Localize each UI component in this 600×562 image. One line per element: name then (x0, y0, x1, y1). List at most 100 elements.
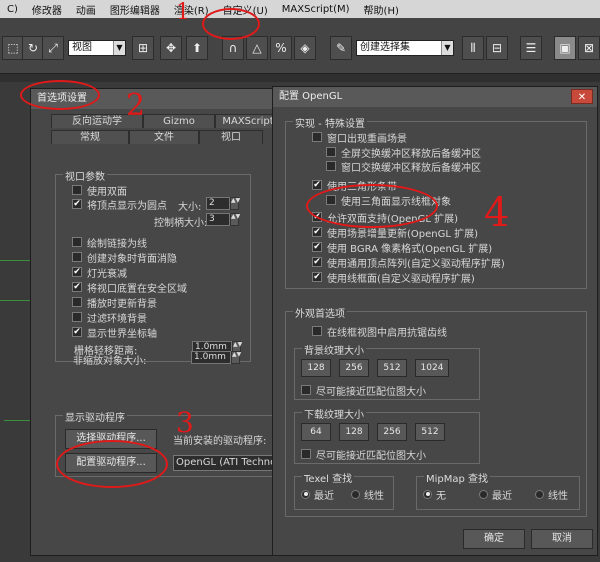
menu-item-graph-editors[interactable]: 图形编辑器 (103, 2, 167, 17)
size-label: 大小: (178, 202, 202, 213)
nonscale-size-label: 非缩放对象大小: (73, 356, 147, 367)
radio-texel-nearest[interactable]: 最近 (301, 487, 334, 502)
dl-size-512[interactable]: 512 (415, 423, 445, 441)
handle-size-spinner[interactable]: 3 ▲▼ (206, 213, 240, 226)
texel-lookup-group: Texel 查找 最近 线性 (294, 470, 394, 510)
named-selection-set-select[interactable]: 创建选择集 ▼ (356, 40, 454, 56)
menu-item-maxscript[interactable]: MAXScript(M) (275, 4, 357, 15)
checkbox-world-axis[interactable]: ✔ 显示世界坐标轴 (72, 325, 157, 340)
rotate-icon[interactable]: ↻ (22, 36, 44, 60)
checkbox-bg-match-bitmap[interactable]: 尽可能接近匹配位图大小 (301, 383, 426, 398)
radio-selected-icon (423, 489, 432, 499)
radio-icon (535, 489, 544, 499)
dl-size-128[interactable]: 128 (339, 423, 369, 441)
check-icon: ✔ (72, 198, 82, 209)
radio-mipmap-none[interactable]: 无 (423, 487, 446, 502)
tab-viewports[interactable]: 视口 (199, 130, 263, 144)
move-icon[interactable]: ✥ (160, 36, 182, 60)
checkbox-double-sided[interactable]: 使用双面 (72, 183, 127, 198)
checkbox-redraw-on-window[interactable]: 窗口出现重画场景 (312, 130, 407, 145)
checkbox-box (72, 312, 82, 322)
checkbox-box (312, 132, 322, 142)
spinner-snap-icon[interactable]: ◈ (294, 36, 316, 60)
schematic-icon[interactable]: ⊠ (578, 36, 600, 60)
annotation-circle-configure-driver (56, 440, 168, 488)
checkbox-incremental-update[interactable]: ✔ 使用场景增量更新(OpenGL 扩展) (312, 225, 478, 240)
tab-gizmo[interactable]: Gizmo (143, 114, 215, 128)
bg-size-1024[interactable]: 1024 (415, 359, 449, 377)
checkbox-safe-region[interactable]: ✔ 将视口底置在安全区域 (72, 280, 187, 295)
close-icon[interactable]: ✕ (571, 89, 593, 104)
pivot-icon[interactable]: ⊞ (132, 36, 154, 60)
checkbox-update-bg[interactable]: 播放时更新背景 (72, 295, 157, 310)
checkbox-box (72, 237, 82, 247)
percent-snap-icon[interactable]: % (270, 36, 292, 60)
checkbox-attenuate-lights[interactable]: ✔ 灯光衰减 (72, 265, 127, 280)
menu-item-animation[interactable]: 动画 (69, 2, 103, 17)
checkbox-filter-bg[interactable]: 过滤环境背景 (72, 310, 147, 325)
radio-selected-icon (301, 489, 310, 499)
radio-mipmap-nearest[interactable]: 最近 (479, 487, 512, 502)
nonscale-size-spinner[interactable]: 1.0mm ▲▼ (191, 351, 241, 364)
annotation-number-2: 2 (126, 88, 146, 123)
checkbox-box (312, 326, 322, 336)
annotation-number-3: 3 (176, 406, 194, 439)
checkbox-box (326, 147, 336, 157)
spinner-arrows-icon[interactable]: ▲▼ (231, 351, 241, 364)
dl-size-64[interactable]: 64 (301, 423, 331, 441)
menu-item-modifiers[interactable]: 修改器 (25, 2, 69, 17)
checkbox-wireframe-faces[interactable]: ✔ 使用线框面(自定义驱动程序扩展) (312, 270, 475, 285)
viewport-params-group: 视口参数 使用双面 ✔ 将顶点显示为圆点 大小: 2 ▲▼ 控制柄大小: 3 ▲▼ 绘… (55, 168, 251, 362)
bg-size-128[interactable]: 128 (301, 359, 331, 377)
angle-snap-icon[interactable]: △ (246, 36, 268, 60)
edit-named-sets-icon[interactable]: ✎ (330, 36, 352, 60)
curve-editor-icon[interactable]: ▣ (554, 36, 576, 60)
check-icon: ✔ (312, 226, 322, 237)
scale-icon[interactable]: ⤢ (42, 36, 64, 60)
manipulate-icon[interactable]: ⬆ (186, 36, 208, 60)
checkbox-bgra[interactable]: ✔ 使用 BGRA 像素格式(OpenGL 扩展) (312, 240, 492, 255)
mipmap-lookup-group: MipMap 查找 无 最近 线性 (416, 470, 580, 510)
check-icon: ✔ (72, 326, 82, 337)
layer-icon[interactable]: ☰ (520, 36, 542, 60)
checkbox-box (301, 449, 311, 459)
radio-texel-linear[interactable]: 线性 (351, 487, 384, 502)
menu-item-c[interactable]: C) (0, 4, 25, 15)
check-icon: ✔ (72, 281, 82, 292)
check-icon: ✔ (312, 179, 322, 190)
handle-size-label: 控制柄大小: (154, 218, 208, 229)
tab-files[interactable]: 文件 (129, 130, 199, 144)
checkbox-window-swap[interactable]: 窗口交换缓冲区释放后备缓冲区 (326, 159, 481, 174)
check-icon: ✔ (72, 266, 82, 277)
chevron-down-icon: ▼ (113, 41, 125, 55)
checkbox-draw-links[interactable]: 绘制链接为线 (72, 235, 147, 250)
check-icon: ✔ (312, 241, 322, 252)
dl-size-256[interactable]: 256 (377, 423, 407, 441)
checkbox-antialias-lines[interactable]: 在线框视图中启用抗锯齿线 (312, 324, 447, 339)
checkbox-vertex-dots[interactable]: ✔ 将顶点显示为圆点 (72, 197, 167, 212)
menu-item-help[interactable]: 帮助(H) (357, 2, 406, 17)
checkbox-box (72, 297, 82, 307)
menu-bar: C) 修改器 动画 图形编辑器 渲染(R) 自定义(U) MAXScript(M… (0, 0, 600, 18)
checkbox-box (72, 252, 82, 262)
checkbox-vertex-arrays[interactable]: ✔ 使用通用顶点阵列(自定义驱动程序扩展) (312, 255, 505, 270)
cancel-button[interactable]: 取消 (531, 529, 593, 549)
bg-size-256[interactable]: 256 (339, 359, 369, 377)
checkbox-backface-cull[interactable]: 创建对象时背面消隐 (72, 250, 177, 265)
checkbox-dl-match-bitmap[interactable]: 尽可能接近匹配位图大小 (301, 447, 426, 462)
spinner-arrows-icon[interactable]: ▲▼ (230, 197, 240, 210)
reference-coord-select[interactable]: 视图 ▼ (68, 40, 126, 56)
dialog-title: 配置 OpenGL (273, 87, 597, 107)
radio-mipmap-linear[interactable]: 线性 (535, 487, 568, 502)
checkbox-box (326, 161, 336, 171)
spinner-arrows-icon[interactable]: ▲▼ (230, 213, 240, 226)
bg-size-512[interactable]: 512 (377, 359, 407, 377)
tab-general[interactable]: 常规 (51, 130, 129, 144)
ok-button[interactable]: 确定 (463, 529, 525, 549)
size-spinner[interactable]: 2 ▲▼ (206, 197, 240, 210)
checkbox-fullscreen-swap[interactable]: 全屏交换缓冲区释放后备缓冲区 (326, 145, 481, 160)
radio-icon (351, 489, 360, 499)
mirror-icon[interactable]: ⫴ (462, 36, 484, 60)
select-icon[interactable]: ⬚ (2, 36, 24, 60)
align-icon[interactable]: ⊟ (486, 36, 508, 60)
